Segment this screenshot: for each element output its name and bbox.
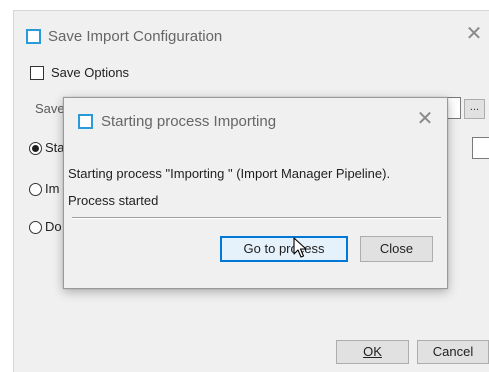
window-icon xyxy=(26,29,41,44)
process-message: Starting process "Importing " (Import Ma… xyxy=(68,166,391,181)
process-status: Process started xyxy=(68,193,159,208)
secondary-input[interactable] xyxy=(472,137,489,159)
ok-button[interactable]: OK xyxy=(336,340,409,364)
ok-button-label: OK xyxy=(363,344,382,359)
outer-titlebar: Save Import Configuration ✕ xyxy=(14,11,489,51)
divider xyxy=(72,217,441,219)
cancel-button[interactable]: Cancel xyxy=(417,340,489,364)
window-icon xyxy=(78,114,93,129)
close-button[interactable]: Close xyxy=(360,236,433,262)
screen: Save Import Configuration ✕ Save Options… xyxy=(0,0,489,372)
outer-dialog-title: Save Import Configuration xyxy=(48,28,223,45)
radio-option-3[interactable] xyxy=(29,221,42,234)
radio-option-1[interactable] xyxy=(29,142,42,155)
close-icon[interactable]: ✕ xyxy=(464,24,484,44)
starting-process-dialog: Starting process Importing ✕ Starting pr… xyxy=(63,97,448,289)
inner-titlebar: Starting process Importing ✕ xyxy=(64,98,447,138)
save-as-label: Save xyxy=(35,101,65,116)
save-options-checkbox[interactable] xyxy=(30,66,44,80)
inner-dialog-title: Starting process Importing xyxy=(101,113,277,130)
go-to-process-button[interactable]: Go to process xyxy=(220,236,348,262)
close-icon[interactable]: ✕ xyxy=(415,109,435,129)
cancel-button-label: Cancel xyxy=(432,344,474,359)
radio-option-2[interactable] xyxy=(29,183,42,196)
save-options-label: Save Options xyxy=(51,65,130,80)
browse-button[interactable]: ... xyxy=(464,99,485,119)
